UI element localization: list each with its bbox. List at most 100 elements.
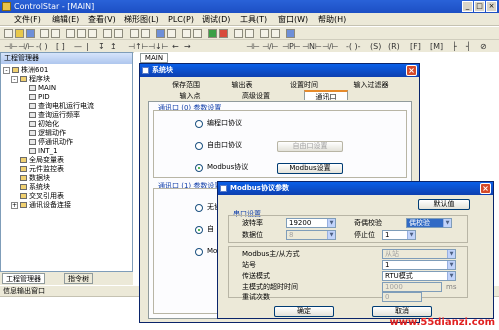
retry-input[interactable]: 0: [382, 292, 422, 302]
station-select[interactable]: 1 ▼: [382, 260, 456, 270]
run-icon[interactable]: [208, 29, 217, 38]
open-icon[interactable]: [15, 29, 24, 38]
close-app-button[interactable]: ×: [486, 1, 497, 12]
close-icon[interactable]: ×: [480, 183, 491, 194]
copy-icon[interactable]: [77, 29, 86, 38]
save-icon[interactable]: [26, 29, 35, 38]
compile-all-icon[interactable]: [167, 29, 176, 38]
program-icon: [29, 85, 36, 91]
tree-node-query-frequency[interactable]: 查询运行频率: [29, 111, 80, 120]
project-manager-panel: 工程管理器 - 株洲601 - 程序块 MAIN PID 查询电机运行电流 查询运行…: [0, 52, 133, 272]
parity-select[interactable]: 偶校验 ▼: [406, 218, 452, 228]
role-select[interactable]: 从站 ▼: [382, 249, 456, 259]
stop-bits-select[interactable]: 1 ▼: [382, 230, 416, 240]
tree-node-global-vars[interactable]: 全局变量表: [20, 156, 64, 165]
status-icon[interactable]: [245, 29, 254, 38]
radio-modbus-protocol[interactable]: [195, 164, 203, 172]
redo-icon[interactable]: [114, 29, 123, 38]
zoom-out-icon[interactable]: [271, 29, 280, 38]
tree-node-int1[interactable]: INT_1: [29, 147, 58, 156]
dialog-icon: [142, 67, 149, 74]
baud-rate-label: 波特率: [242, 219, 263, 227]
menu-tools[interactable]: 工具(T): [240, 14, 267, 25]
tab-advanced[interactable]: 高级设置: [232, 91, 280, 101]
radio-port1-free[interactable]: [195, 226, 203, 234]
radio-port1-none[interactable]: [195, 204, 203, 212]
app-title: ControlStar - [MAIN]: [14, 2, 95, 11]
tab-input-filter[interactable]: 输入过滤器: [346, 80, 396, 90]
tree-node-logic[interactable]: 逻辑动作: [29, 129, 66, 138]
undo-icon[interactable]: [103, 29, 112, 38]
chevron-down-icon: ▼: [407, 231, 415, 239]
data-bits-select[interactable]: 8 ▼: [286, 230, 336, 240]
tree-node-comm-connect[interactable]: + 通讯设备连接: [11, 201, 71, 210]
app-title-bar: ControlStar - [MAIN] _ □ ×: [0, 0, 499, 13]
program-icon: [29, 94, 36, 100]
download-icon[interactable]: [193, 29, 202, 38]
stop-icon[interactable]: [219, 29, 228, 38]
close-icon[interactable]: ×: [406, 65, 417, 76]
radio-programming-protocol[interactable]: [195, 120, 203, 128]
help-icon[interactable]: [286, 29, 295, 38]
tree-node-cross-ref[interactable]: 交叉引用表: [20, 192, 64, 201]
cut-icon[interactable]: [66, 29, 75, 38]
parity-label: 奇偶校验: [354, 219, 382, 227]
tab-instruction-tree[interactable]: 指令树: [64, 273, 93, 284]
paste-icon[interactable]: [88, 29, 97, 38]
tab-main[interactable]: MAIN: [140, 53, 168, 63]
menu-plc[interactable]: PLC(P): [168, 14, 194, 25]
compile-icon[interactable]: [156, 29, 165, 38]
find-icon[interactable]: [130, 29, 139, 38]
free-port-settings-button[interactable]: 自由口设置: [277, 141, 343, 152]
cancel-button[interactable]: 取消: [372, 306, 432, 317]
modbus-params-dialog: Modbus协议参数 × 默认值 串口设置 波特率 19200 ▼ 奇偶校验 偶校…: [217, 181, 494, 319]
default-values-button[interactable]: 默认值: [418, 199, 470, 210]
tab-output-table[interactable]: 输出表: [222, 80, 262, 90]
new-icon[interactable]: [4, 29, 13, 38]
menu-file[interactable]: 文件(F): [14, 14, 41, 25]
label-modbus-protocol: Modbus协议: [207, 163, 249, 171]
replace-icon[interactable]: [141, 29, 150, 38]
tab-comm-port[interactable]: 通讯口: [304, 90, 348, 101]
tab-project-manager[interactable]: 工程管理器: [2, 273, 45, 284]
tree-node-main[interactable]: MAIN: [29, 84, 56, 93]
transfer-mode-label: 传送模式: [242, 272, 270, 280]
radio-free-port-protocol[interactable]: [195, 142, 203, 150]
menu-edit[interactable]: 编辑(E): [52, 14, 79, 25]
timeout-input[interactable]: 1000: [382, 282, 442, 292]
tree-node-project[interactable]: - 株洲601: [3, 66, 48, 75]
tab-save-range[interactable]: 保存范围: [162, 80, 210, 90]
tree-node-init[interactable]: 初始化: [29, 120, 59, 129]
tree-node-stop-comm[interactable]: 停通讯动作: [29, 138, 73, 147]
upload-icon[interactable]: [182, 29, 191, 38]
menu-window[interactable]: 窗口(W): [278, 14, 308, 25]
monitor-icon[interactable]: [234, 29, 243, 38]
menu-help[interactable]: 帮助(H): [318, 14, 346, 25]
minimize-button[interactable]: _: [462, 1, 473, 12]
baud-rate-select[interactable]: 19200 ▼: [286, 218, 336, 228]
menu-ladder[interactable]: 梯形图(L): [124, 14, 159, 25]
modbus-settings-button[interactable]: Modbus设置: [277, 163, 343, 174]
zoom-in-icon[interactable]: [260, 29, 269, 38]
maximize-button[interactable]: □: [474, 1, 485, 12]
print-icon[interactable]: [40, 29, 49, 38]
chevron-down-icon: ▼: [327, 219, 335, 227]
tree-node-data-block[interactable]: 数据块: [20, 174, 50, 183]
tab-set-time[interactable]: 设置时间: [280, 80, 328, 90]
radio-port1-modbus[interactable]: [195, 248, 203, 256]
tree-node-monitor-table[interactable]: 元件监控表: [20, 165, 64, 174]
tab-input-point[interactable]: 输入点: [170, 91, 210, 101]
program-icon: [29, 103, 36, 109]
tree-node-pid[interactable]: PID: [29, 93, 50, 102]
folder-icon: [20, 76, 27, 82]
tree-node-query-current[interactable]: 查询电机运行电流: [29, 102, 94, 111]
menu-debug[interactable]: 调试(D): [202, 14, 230, 25]
timeout-label: 主模式的超时时间: [242, 283, 298, 291]
label-port1-free: 自: [207, 225, 214, 233]
preview-icon[interactable]: [51, 29, 60, 38]
transfer-mode-select[interactable]: RTU模式 ▼: [382, 271, 456, 281]
tree-node-system-block[interactable]: 系统块: [20, 183, 50, 192]
menu-view[interactable]: 查看(V): [88, 14, 116, 25]
ok-button[interactable]: 确定: [274, 306, 334, 317]
tree-node-program-blocks[interactable]: - 程序块: [11, 75, 50, 84]
